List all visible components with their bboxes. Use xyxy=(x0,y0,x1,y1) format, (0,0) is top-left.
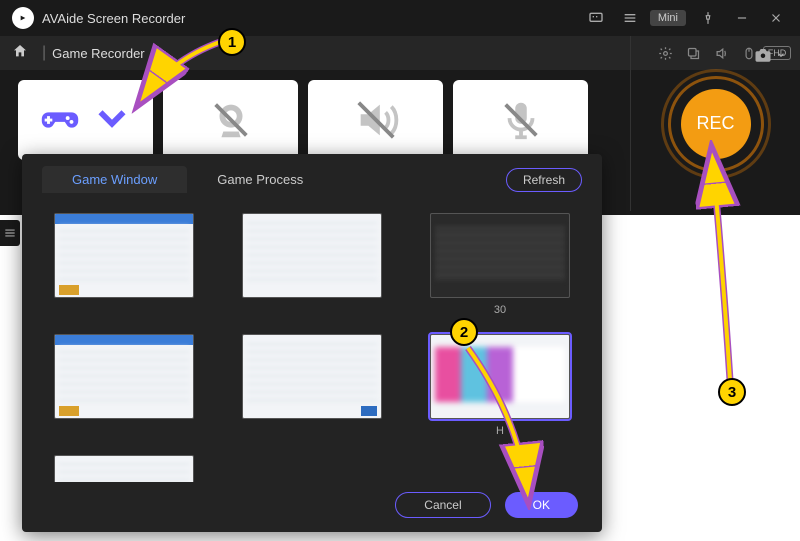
gamepad-icon xyxy=(37,97,83,143)
menu-icon[interactable] xyxy=(618,6,642,30)
chevron-down-icon xyxy=(776,50,786,60)
cancel-button[interactable]: Cancel xyxy=(395,492,490,518)
audio-source-card[interactable] xyxy=(308,80,443,160)
game-source-card[interactable] xyxy=(18,80,153,160)
window-thumb[interactable]: 30 xyxy=(418,213,582,318)
mini-button[interactable]: Mini xyxy=(650,10,686,26)
popup-tabs: Game Window Game Process Refresh xyxy=(22,154,602,205)
webcam-source-card[interactable] xyxy=(163,80,298,160)
sidebar-handle[interactable] xyxy=(0,220,20,246)
mic-source-card[interactable] xyxy=(453,80,588,160)
window-picker-popup: Game Window Game Process Refresh 30 H Ca… xyxy=(22,154,602,532)
annotation-badge-2: 2 xyxy=(450,318,478,346)
chevron-down-icon xyxy=(89,95,135,146)
screenshot-button[interactable] xyxy=(754,46,786,64)
window-thumb[interactable]: H xyxy=(418,334,582,439)
pin-icon[interactable] xyxy=(696,6,720,30)
window-thumb[interactable] xyxy=(42,213,206,318)
minimize-icon[interactable] xyxy=(730,6,754,30)
messages-icon[interactable] xyxy=(584,6,608,30)
app-logo xyxy=(12,7,34,29)
window-thumb[interactable] xyxy=(230,213,394,318)
home-icon[interactable] xyxy=(12,43,28,64)
ok-button[interactable]: OK xyxy=(505,492,578,518)
app-title: AVAide Screen Recorder xyxy=(42,11,185,26)
tab-game-window[interactable]: Game Window xyxy=(42,166,187,193)
window-thumb[interactable] xyxy=(230,334,394,439)
refresh-button[interactable]: Refresh xyxy=(506,168,582,192)
close-icon[interactable] xyxy=(764,6,788,30)
window-thumb[interactable] xyxy=(42,455,206,482)
window-thumb[interactable] xyxy=(42,334,206,439)
record-panel: REC xyxy=(630,36,800,211)
mode-label: Game Recorder xyxy=(52,46,144,61)
title-bar: AVAide Screen Recorder Mini xyxy=(0,0,800,36)
mic-off-icon xyxy=(498,97,544,143)
webcam-off-icon xyxy=(208,97,254,143)
annotation-badge-1: 1 xyxy=(218,28,246,56)
record-button[interactable]: REC xyxy=(681,89,751,159)
chevron-down-icon xyxy=(151,47,163,59)
speaker-off-icon xyxy=(353,97,399,143)
tab-game-process[interactable]: Game Process xyxy=(187,166,333,193)
mode-dropdown[interactable]: Game Recorder xyxy=(52,46,162,61)
annotation-badge-3: 3 xyxy=(718,378,746,406)
